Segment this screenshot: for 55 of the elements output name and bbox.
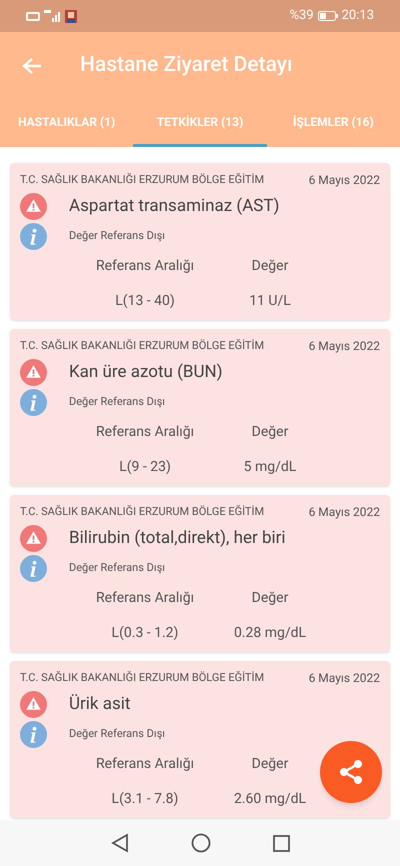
clock: 20:13	[342, 7, 374, 26]
signal-icon	[44, 10, 62, 22]
test-name: Bilirubin (total,direkt), her biri	[69, 526, 286, 550]
test-date: 6 Mayıs 2022	[308, 670, 380, 687]
test-date: 6 Mayıs 2022	[308, 172, 380, 189]
status-note: Değer Referans Dışı	[69, 394, 165, 410]
institution-name: T.C. SAĞLIK BAKANLIĞI ERZURUM BÖLGE EĞİTİM	[20, 172, 264, 188]
range-label: Referans Aralığı	[94, 589, 196, 608]
app-notification-icon	[65, 10, 77, 22]
value-label: Değer	[250, 589, 290, 608]
status-note: Değer Referans Dışı	[69, 228, 165, 244]
range-label: Referans Aralığı	[94, 423, 196, 442]
warning-icon	[20, 193, 47, 220]
reference-range: L(13 - 40)	[114, 292, 176, 311]
reference-range: L(3.1 - 7.8)	[110, 790, 180, 809]
test-date: 6 Mayıs 2022	[308, 338, 380, 355]
warning-icon	[20, 691, 47, 718]
status-note: Değer Referans Dışı	[69, 726, 165, 742]
institution-name: T.C. SAĞLIK BAKANLIĞI ERZURUM BÖLGE EĞİTİM	[20, 338, 264, 354]
test-value: 2.60 mg/dL	[232, 790, 308, 809]
battery-percent: %39	[289, 7, 314, 26]
institution-name: T.C. SAĞLIK BAKANLIĞI ERZURUM BÖLGE EĞİTİM	[20, 670, 264, 686]
test-value: 0.28 mg/dL	[232, 624, 308, 643]
test-card[interactable]: T.C. SAĞLIK BAKANLIĞI ERZURUM BÖLGE EĞİTİM 6 Mayıs 2022 Ürik asit Değer Referans Dışı Referans Aralığı Değer L(3.1 - 7.8) 2.60 mg/dL	[10, 661, 390, 818]
institution-name: T.C. SAĞLIK BAKANLIĞI ERZURUM BÖLGE EĞİTİM	[20, 504, 264, 520]
screen-title: Hastane Ziyaret Detayı	[80, 52, 293, 80]
test-card[interactable]: T.C. SAĞLIK BAKANLIĞI ERZURUM BÖLGE EĞİTİM 6 Mayıs 2022 Bilirubin (total,direkt), her biri Değer Referans Dışı Referans Aralığı Değer L(0.3 - 1.2) 0.28 mg/dL	[10, 495, 390, 652]
test-value: 11 U/L	[248, 292, 292, 311]
status-note: Değer Referans Dışı	[69, 560, 165, 576]
share-icon	[337, 758, 365, 786]
test-card[interactable]: T.C. SAĞLIK BAKANLIĞI ERZURUM BÖLGE EĞİTİM 6 Mayıs 2022 Aspartat transaminaz (AST) Değer Referans Dışı Referans Aralığı Değer L(13 - 40) 11 U/L	[10, 163, 390, 320]
range-label: Referans Aralığı	[94, 257, 196, 276]
test-card[interactable]: T.C. SAĞLIK BAKANLIĞI ERZURUM BÖLGE EĞİTİM 6 Mayıs 2022 Kan üre azotu (BUN) Değer Referans Dışı Referans Aralığı Değer L(9 - 23) 5 mg/dL	[10, 329, 390, 486]
warning-icon	[20, 525, 47, 552]
hd-icon	[26, 12, 40, 20]
value-label: Değer	[250, 257, 290, 276]
info-icon	[20, 223, 47, 250]
test-date: 6 Mayıs 2022	[308, 504, 380, 521]
reference-range: L(0.3 - 1.2)	[110, 624, 180, 643]
home-nav-icon[interactable]	[190, 833, 210, 853]
back-nav-icon[interactable]	[110, 833, 128, 853]
battery-icon	[318, 11, 338, 21]
info-icon	[20, 389, 47, 416]
value-label: Değer	[250, 755, 290, 774]
test-name: Ürik asit	[69, 692, 130, 716]
value-label: Değer	[250, 423, 290, 442]
test-name: Aspartat transaminaz (AST)	[69, 194, 280, 218]
test-value: 5 mg/dL	[242, 458, 298, 477]
test-name: Kan üre azotu (BUN)	[69, 360, 223, 384]
recents-nav-icon[interactable]	[272, 834, 290, 852]
reference-range: L(9 - 23)	[118, 458, 172, 477]
warning-icon	[20, 359, 47, 386]
info-icon	[20, 555, 47, 582]
range-label: Referans Aralığı	[94, 755, 196, 774]
info-icon	[20, 721, 47, 748]
